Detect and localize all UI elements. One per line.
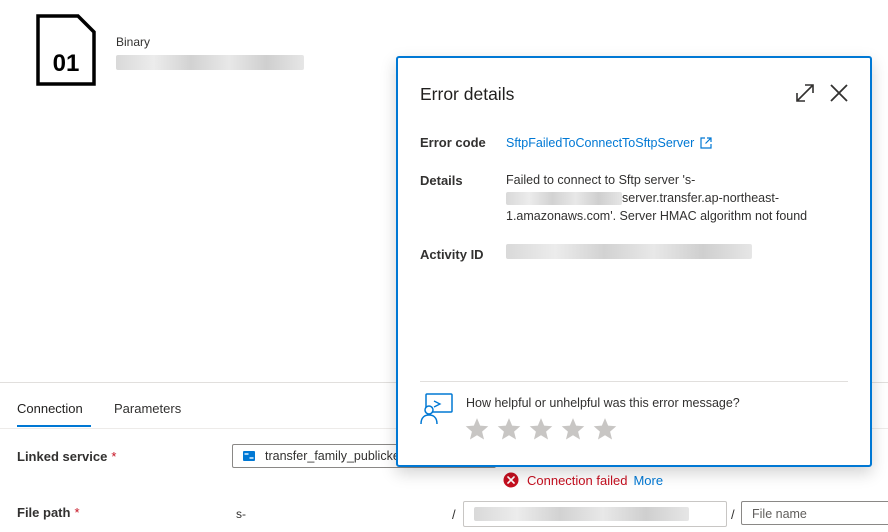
file-path-label-text: File path [17, 505, 71, 520]
error-code-label: Error code [420, 135, 486, 150]
linked-service-value: transfer_family_publickey [265, 449, 407, 463]
error-details-panel: Error details Error code SftpFailedToCon… [396, 56, 872, 467]
details-line-2-text: server.transfer.ap-northeast- [622, 191, 780, 205]
star-icon[interactable] [464, 416, 490, 442]
sftp-linked-service-icon [243, 451, 255, 461]
star-icon[interactable] [528, 416, 554, 442]
file-name-input[interactable] [750, 506, 884, 522]
required-mark: * [74, 505, 80, 520]
tab-connection[interactable]: Connection [17, 401, 83, 416]
details-line-3: 1.amazonaws.com'. Server HMAC algorithm … [506, 209, 808, 223]
feedback-question: How helpful or unhelpful was this error … [466, 396, 740, 410]
details-line-1: Failed to connect to Sftp server 's- [506, 173, 696, 187]
path-separator: / [731, 507, 735, 522]
external-link-icon [700, 137, 712, 149]
server-id-redacted [506, 192, 622, 206]
close-icon[interactable] [828, 82, 850, 104]
tab-parameters[interactable]: Parameters [114, 401, 181, 416]
details-label: Details [420, 173, 463, 188]
directory-input[interactable] [463, 501, 727, 527]
error-code-row: SftpFailedToConnectToSftpServer [506, 134, 712, 152]
linked-service-label-text: Linked service [17, 449, 108, 464]
binary-icon-text: 01 [53, 50, 80, 77]
error-code-link[interactable]: SftpFailedToConnectToSftpServer [506, 134, 712, 152]
connection-status: Connection failed More [503, 472, 663, 488]
connection-failed-text: Connection failed [527, 472, 628, 488]
error-code-value: SftpFailedToConnectToSftpServer [506, 136, 695, 150]
active-tab-indicator [17, 425, 91, 427]
activity-id-redacted [506, 244, 752, 259]
dataset-type-label: Binary [116, 35, 151, 49]
star-icon[interactable] [592, 416, 618, 442]
linked-service-label: Linked service * [17, 449, 116, 464]
binary-file-icon: 01 [36, 14, 96, 86]
star-icon[interactable] [560, 416, 586, 442]
dataset-name-redacted [116, 55, 304, 70]
star-icon[interactable] [496, 416, 522, 442]
directory-value-redacted [474, 507, 689, 521]
file-path-label: File path * [17, 505, 80, 520]
details-value: Failed to connect to Sftp server 's- ser… [506, 171, 826, 225]
panel-title: Error details [420, 84, 515, 104]
file-path-container-value: s- [236, 507, 246, 521]
error-circle-icon [503, 472, 519, 488]
expand-icon[interactable] [794, 82, 816, 104]
feedback-icon [420, 393, 453, 425]
details-line-2: server.transfer.ap-northeast- [506, 189, 826, 207]
file-name-field[interactable] [741, 501, 888, 525]
rating-stars [464, 416, 624, 442]
required-mark: * [111, 449, 117, 464]
activity-id-label: Activity ID [420, 247, 484, 262]
more-link[interactable]: More [633, 473, 663, 488]
path-separator: / [452, 507, 456, 522]
feedback-divider [420, 381, 848, 382]
